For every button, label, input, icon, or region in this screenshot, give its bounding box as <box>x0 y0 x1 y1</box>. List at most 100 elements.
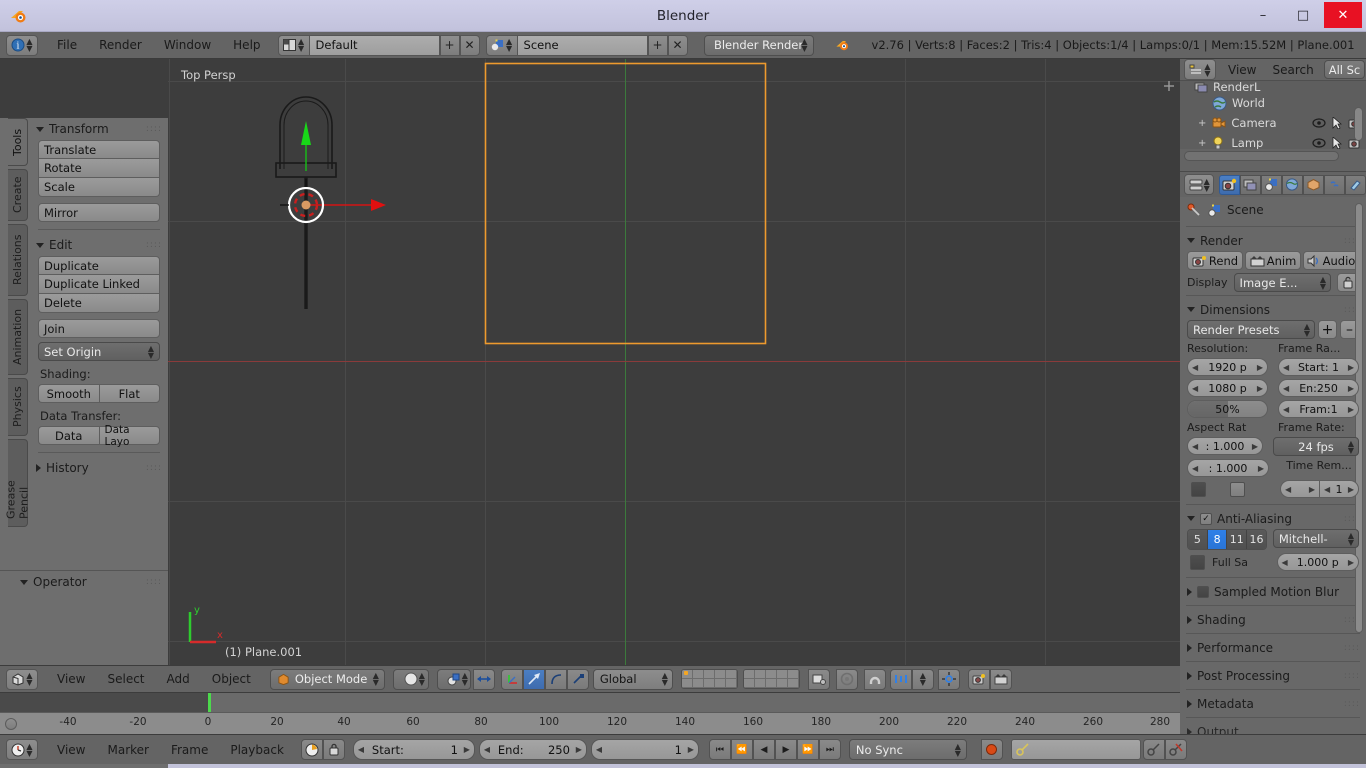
scale-manipulator-icon[interactable] <box>544 668 567 690</box>
mirror-button[interactable]: Mirror <box>38 203 160 222</box>
eye-icon[interactable] <box>1312 118 1326 128</box>
join-button[interactable]: Join <box>38 319 160 338</box>
keying-set-field[interactable] <box>1010 739 1141 760</box>
arrow-left-icon[interactable]: ◀ <box>1192 464 1198 473</box>
snap-magnet-icon[interactable] <box>863 668 886 690</box>
arrow-left-icon[interactable]: ◀ <box>1324 485 1330 494</box>
arrow-right-icon[interactable]: ▶ <box>1348 558 1354 567</box>
view3d-menu-view[interactable]: View <box>46 666 96 693</box>
data-layout-button[interactable]: Data Layo <box>98 424 160 448</box>
arrow-right-icon[interactable]: ▶ <box>1258 464 1264 473</box>
snap-element-dropdown[interactable]: ▲ ▼ <box>911 668 934 690</box>
motion-blur-checkbox[interactable] <box>1197 585 1209 598</box>
select-icon[interactable] <box>1332 137 1342 149</box>
crop-checkbox[interactable] <box>1230 481 1245 497</box>
aa-sample-11[interactable]: 11 <box>1227 530 1248 549</box>
render-engine-dropdown[interactable]: Blender Render ▲ ▼ <box>703 34 814 56</box>
play-icon[interactable]: ▶ <box>774 739 797 760</box>
menu-file[interactable]: File <box>46 32 88 59</box>
panel-header-performance[interactable]: Performance :::: <box>1180 637 1366 658</box>
expand-toggle-icon[interactable]: + <box>1198 138 1206 149</box>
eye-icon[interactable] <box>1312 138 1326 148</box>
shade-flat-button[interactable]: Flat <box>98 384 160 403</box>
aspect-x-field[interactable]: ◀ : 1.000 ▶ <box>1187 437 1263 455</box>
anti-aliasing-checkbox[interactable]: ✓ <box>1200 512 1212 525</box>
panel-header-sampled-motion-blur[interactable]: Sampled Motion Blur <box>1180 581 1366 602</box>
arrow-left-icon[interactable]: ◀ <box>358 745 364 754</box>
timeline-editor-type-button[interactable]: ▲ ▼ <box>6 739 38 760</box>
arrow-right-icon[interactable]: ▶ <box>464 745 470 754</box>
outliner-tree[interactable]: RenderL World + Camera + Lamp <box>1180 81 1366 149</box>
timeline-menu-marker[interactable]: Marker <box>96 735 159 765</box>
tab-relations[interactable]: Relations <box>8 224 28 296</box>
view3d-canvas[interactable]: Top Persp y x (1) Plane.001 <box>168 59 1180 665</box>
scene-delete-button[interactable]: ✕ <box>667 34 688 56</box>
arrow-right-icon[interactable]: ▶ <box>1348 384 1354 393</box>
add-preset-button[interactable]: + <box>1318 320 1337 339</box>
screen-layout-delete-button[interactable]: ✕ <box>459 34 480 56</box>
menu-help[interactable]: Help <box>222 32 271 59</box>
panel-header-metadata[interactable]: Metadata :::: <box>1180 693 1366 714</box>
arrow-right-icon[interactable]: ▶ <box>688 745 694 754</box>
frame-rate-dropdown[interactable]: 24 fps ▲ ▼ <box>1273 437 1359 456</box>
tab-create[interactable]: Create <box>8 169 28 221</box>
frame-end-field[interactable]: ◀ En:250 ▶ <box>1278 379 1359 397</box>
outliner-vertical-scrollbar[interactable] <box>1354 107 1363 141</box>
panel-header-operator[interactable]: Operator :::: <box>0 571 168 593</box>
delete-button[interactable]: Delete <box>38 294 160 313</box>
outliner-menu-view[interactable]: View <box>1220 59 1264 81</box>
panel-header-output[interactable]: Output <box>1180 721 1366 734</box>
properties-tab-constraints[interactable] <box>1324 174 1346 195</box>
properties-tab-render[interactable] <box>1219 174 1241 195</box>
menu-window[interactable]: Window <box>153 32 222 59</box>
sync-mode-dropdown[interactable]: No Sync ▲ ▼ <box>848 739 967 760</box>
panel-header-history[interactable]: History :::: <box>30 457 168 479</box>
resolution-percent-slider[interactable]: 50% <box>1187 400 1268 418</box>
arrow-left-icon[interactable]: ◀ <box>1283 405 1289 414</box>
pivot-point-dropdown[interactable]: ▲ ▼ <box>436 668 471 690</box>
panel-header-shading[interactable]: Shading :::: <box>1180 609 1366 630</box>
properties-tab-modifiers[interactable] <box>1345 174 1366 195</box>
rotate-button[interactable]: Rotate <box>38 159 160 178</box>
full-sample-checkbox[interactable] <box>1190 554 1205 570</box>
arrow-left-icon[interactable]: ◀ <box>484 745 490 754</box>
timeline-menu-view[interactable]: View <box>46 735 96 765</box>
screen-layout-browse-button[interactable]: ▲ ▼ <box>277 34 310 56</box>
view3d-menu-object[interactable]: Object <box>201 666 262 693</box>
properties-tab-scene[interactable] <box>1261 174 1283 195</box>
outliner-horizontal-scrollbar[interactable] <box>1184 151 1339 161</box>
panel-header-post-processing[interactable]: Post Processing :::: <box>1180 665 1366 686</box>
scene-browse-button[interactable]: ▲ ▼ <box>485 34 518 56</box>
arrow-left-icon[interactable]: ◀ <box>1283 363 1289 372</box>
current-frame-field[interactable]: ◀ 1 ▶ <box>590 739 699 760</box>
timeline-menu-playback[interactable]: Playback <box>219 735 295 765</box>
arrow-left-icon[interactable]: ◀ <box>1283 384 1289 393</box>
expand-toggle-icon[interactable]: + <box>1198 118 1206 129</box>
aa-sample-16[interactable]: 16 <box>1247 530 1266 549</box>
screen-layout-name[interactable]: Default <box>309 34 440 56</box>
scale-button[interactable]: Scale <box>38 178 160 197</box>
tab-tools[interactable]: Tools <box>8 118 28 166</box>
panel-header-transform[interactable]: Transform :::: <box>30 118 168 140</box>
translate-button[interactable]: Translate <box>38 140 160 159</box>
jump-end-icon[interactable]: ⏭ <box>818 739 841 760</box>
view3d-toolbar-toggle-icon[interactable] <box>1162 79 1176 93</box>
tab-physics[interactable]: Physics <box>8 378 28 436</box>
border-checkbox[interactable] <box>1191 481 1206 497</box>
record-icon[interactable] <box>980 739 1003 760</box>
outliner-editor-type-button[interactable]: ▲ ▼ <box>1184 59 1216 80</box>
pivot-align-icon[interactable] <box>472 668 495 690</box>
translate-manipulator-icon[interactable] <box>500 668 523 690</box>
close-button[interactable]: ✕ <box>1324 2 1362 28</box>
render-anim-button[interactable]: Anim <box>1245 251 1301 270</box>
play-reverse-icon[interactable]: ◀ <box>752 739 775 760</box>
aa-sample-8[interactable]: 8 <box>1207 530 1228 549</box>
tab-animation[interactable]: Animation <box>8 299 28 375</box>
render-still-button[interactable]: Rend <box>1187 251 1243 270</box>
arrow-right-icon[interactable]: ▶ <box>1257 363 1263 372</box>
remove-keyframe-icon[interactable] <box>1164 739 1187 760</box>
timeline-strip[interactable] <box>0 693 1366 712</box>
next-keyframe-icon[interactable]: ⏩ <box>796 739 819 760</box>
arrow-right-icon[interactable]: ▶ <box>1348 485 1354 494</box>
panel-header-render[interactable]: Render :::: <box>1180 230 1366 251</box>
